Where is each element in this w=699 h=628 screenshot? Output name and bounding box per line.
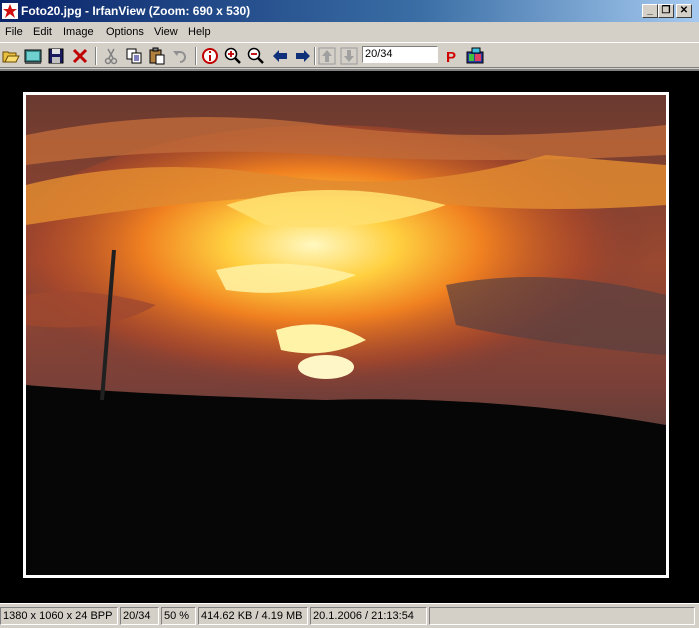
- window-title: Foto20.jpg - IrfanView (Zoom: 690 x 530): [21, 4, 251, 18]
- menu-options[interactable]: Options: [106, 25, 144, 39]
- toolbar-separator: [314, 47, 316, 65]
- menu-image[interactable]: Image: [63, 25, 94, 39]
- status-dimensions: 1380 x 1060 x 24 BPP: [0, 607, 118, 625]
- toolbar: P: [0, 42, 699, 68]
- paste-icon[interactable]: [148, 47, 166, 65]
- zoom-out-icon[interactable]: [247, 47, 265, 65]
- close-button[interactable]: ✕: [676, 4, 692, 18]
- previous-icon[interactable]: [271, 47, 289, 65]
- cut-icon[interactable]: [102, 47, 120, 65]
- menu-bar: File Edit Image Options View Help: [0, 22, 699, 42]
- status-datetime: 20.1.2006 / 21:13:54: [310, 607, 427, 625]
- status-file-index: 20/34: [120, 607, 159, 625]
- zoom-in-icon[interactable]: [224, 47, 242, 65]
- irfanview-app-icon[interactable]: [2, 3, 18, 19]
- menu-edit[interactable]: Edit: [33, 25, 52, 39]
- sunset-photo: [23, 92, 669, 578]
- next-icon[interactable]: [294, 47, 312, 65]
- slideshow-icon[interactable]: [24, 47, 42, 65]
- menu-file[interactable]: File: [5, 25, 23, 39]
- copy-icon[interactable]: [125, 47, 143, 65]
- sunset-photo-image: [26, 95, 666, 575]
- restore-button[interactable]: ❐: [658, 4, 674, 18]
- last-file-icon[interactable]: [340, 47, 358, 65]
- first-file-icon[interactable]: [318, 47, 336, 65]
- title-bar[interactable]: Foto20.jpg - IrfanView (Zoom: 690 x 530)…: [0, 0, 699, 22]
- toolbar-separator: [95, 47, 97, 65]
- paint-icon[interactable]: [466, 47, 484, 65]
- status-zoom: 50 %: [161, 607, 196, 625]
- undo-icon[interactable]: [171, 47, 189, 65]
- menu-view[interactable]: View: [154, 25, 178, 39]
- status-extra-panel: [429, 607, 695, 625]
- open-folder-icon[interactable]: [2, 47, 20, 65]
- menu-help[interactable]: Help: [188, 25, 211, 39]
- minimize-button[interactable]: _: [642, 4, 658, 18]
- info-icon[interactable]: [201, 47, 219, 65]
- save-icon[interactable]: [47, 47, 65, 65]
- print-icon[interactable]: P: [443, 47, 461, 65]
- status-bar: 1380 x 1060 x 24 BPP 20/34 50 % 414.62 K…: [0, 603, 699, 628]
- delete-icon[interactable]: [71, 47, 89, 65]
- page-number-field[interactable]: 20/34: [362, 46, 438, 63]
- toolbar-separator: [195, 47, 197, 65]
- svg-text:P: P: [446, 49, 456, 65]
- status-file-size: 414.62 KB / 4.19 MB: [198, 607, 308, 625]
